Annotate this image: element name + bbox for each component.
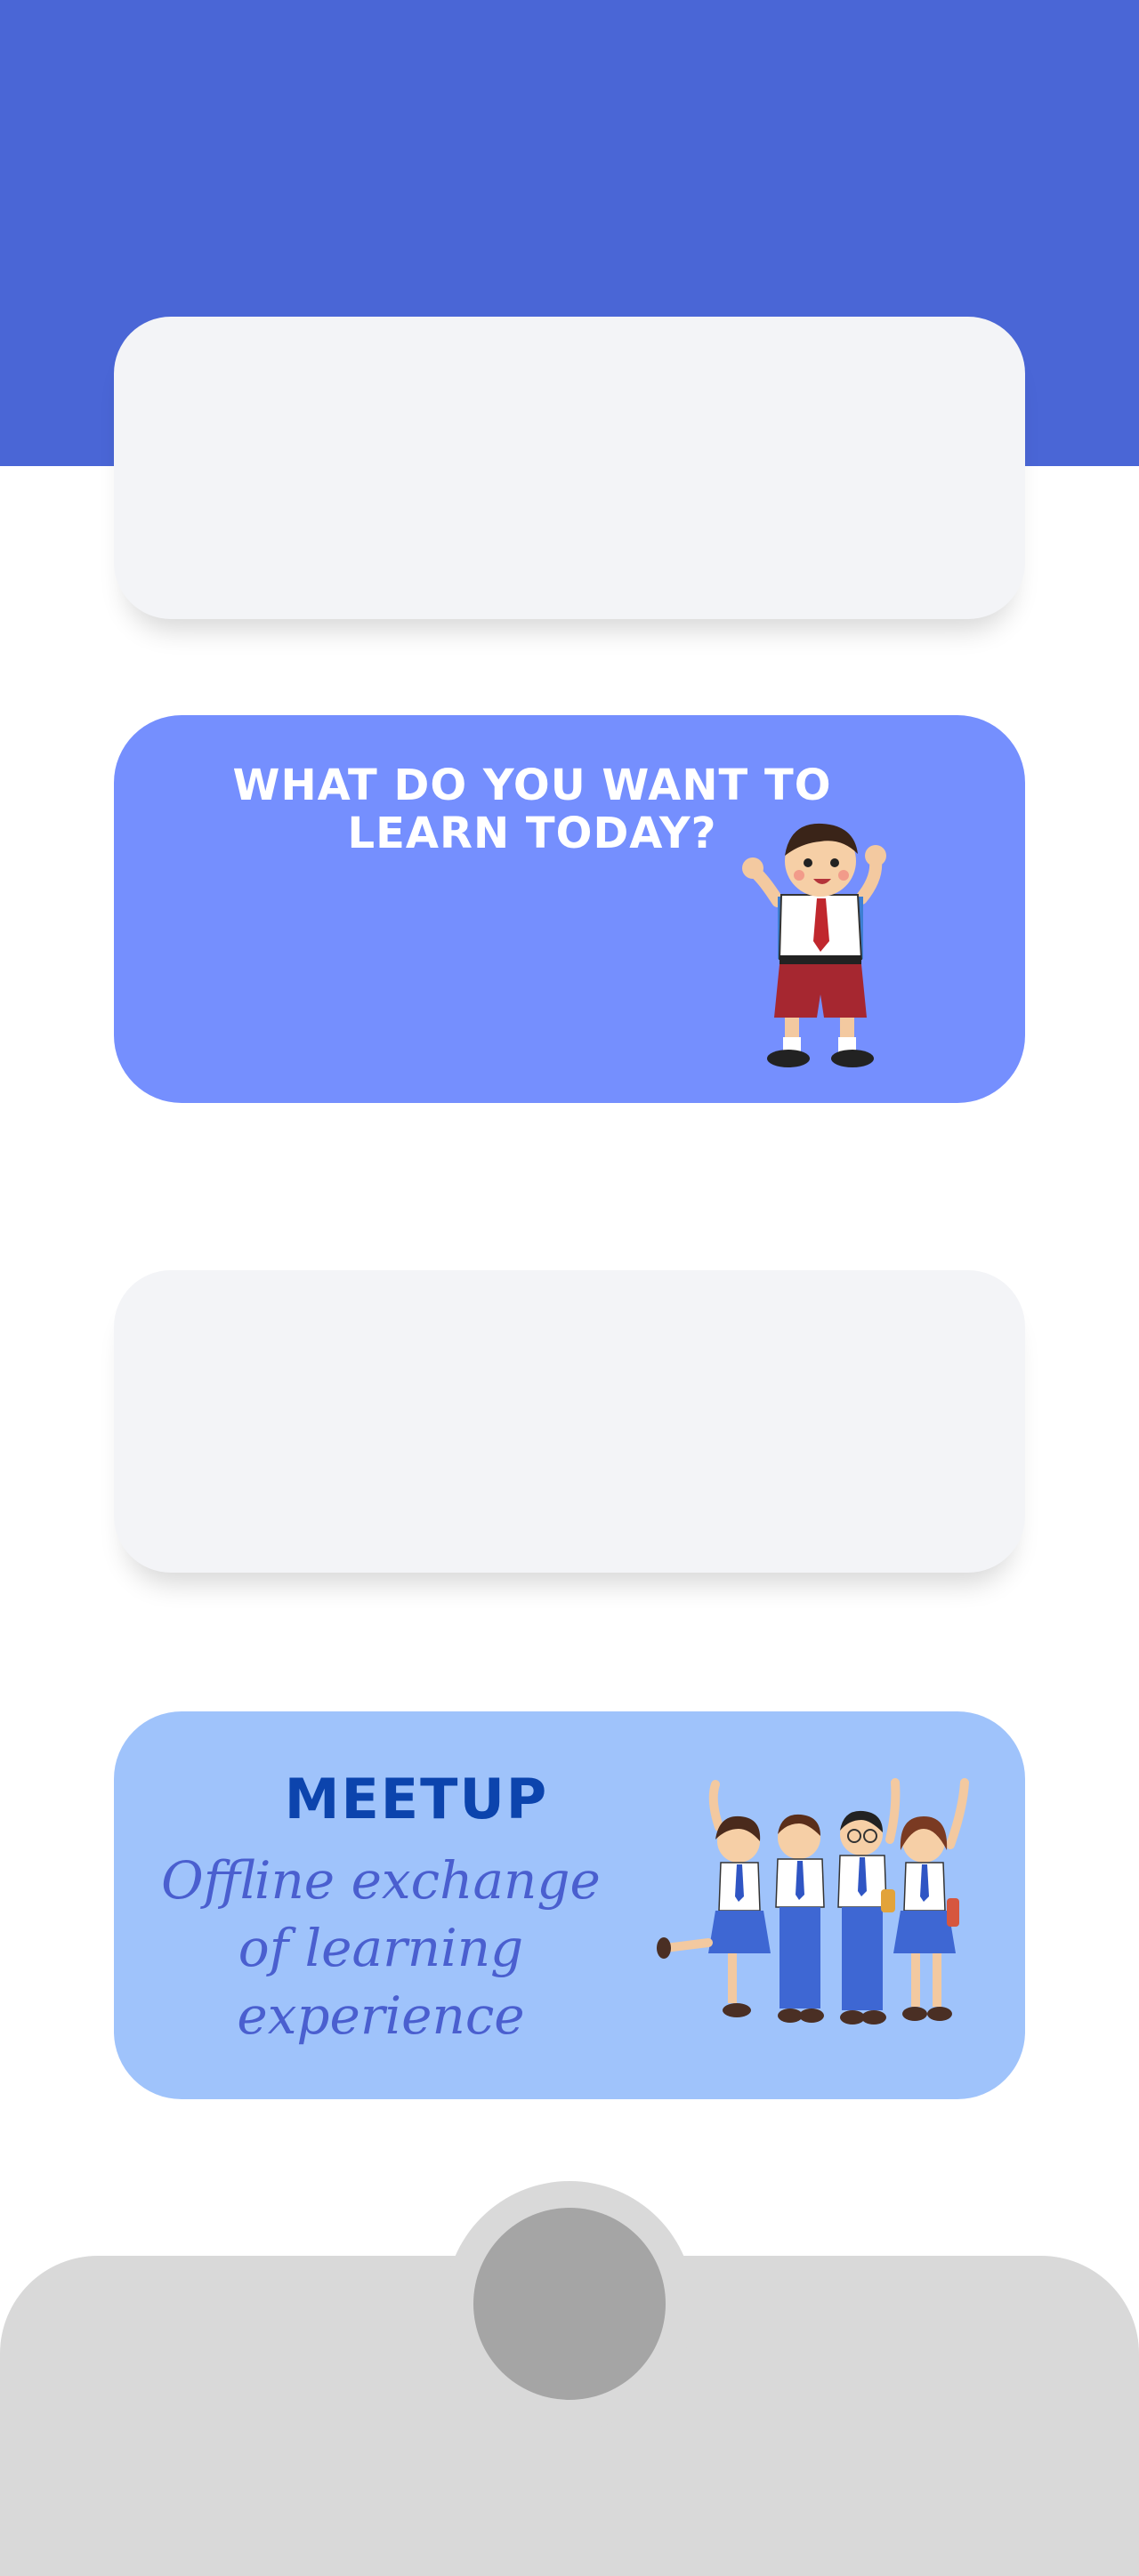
middle-placeholder-card[interactable] xyxy=(114,1270,1025,1573)
group-of-students-icon xyxy=(657,1778,969,2025)
waving-schoolboy-icon xyxy=(742,823,886,1067)
meetup-card-subtitle: Offline exchange of learning experience xyxy=(161,1850,601,2046)
center-action-button[interactable] xyxy=(473,2208,666,2400)
top-placeholder-card[interactable] xyxy=(114,317,1025,619)
learn-today-card[interactable]: WHAT DO YOU WANT TO LEARN TODAY? xyxy=(114,715,1025,1103)
meetup-card[interactable]: MEETUP Offline exchange of learning expe… xyxy=(114,1711,1025,2099)
meetup-card-title: MEETUP xyxy=(284,1767,549,1831)
